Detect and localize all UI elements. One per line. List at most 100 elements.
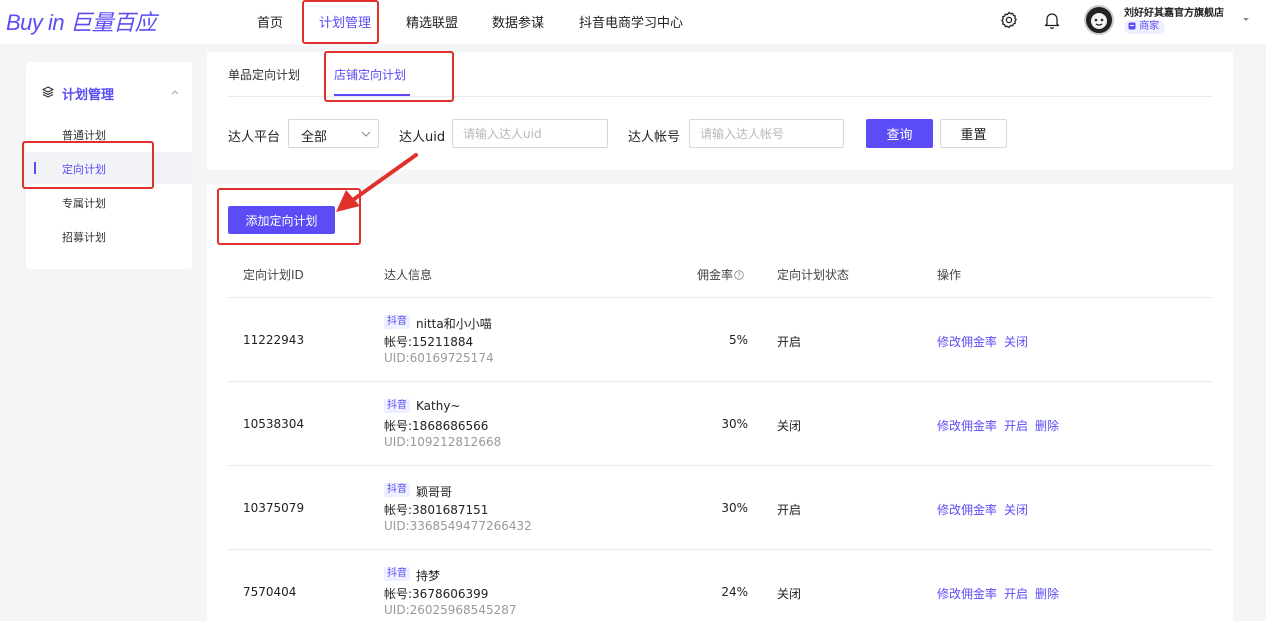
gear-icon[interactable] — [999, 10, 1019, 30]
layers-icon — [42, 86, 54, 98]
platform-select[interactable]: 全部 — [288, 119, 379, 148]
account-input[interactable] — [689, 119, 844, 148]
row-actions: 修改佣金率 关闭 — [937, 501, 1035, 518]
add-targeted-plan-button[interactable]: 添加定向计划 — [228, 206, 335, 234]
influencer-account: 帐号:3801687151 — [384, 503, 489, 517]
platform-filter-label: 达人平台 — [228, 130, 281, 145]
open-plan-link[interactable]: 开启 — [1004, 587, 1028, 601]
nav-item-home[interactable]: 首页 — [257, 12, 283, 31]
plan-id: 11222943 — [243, 333, 305, 347]
tab-single-product-plan[interactable]: 单品定向计划 — [228, 66, 300, 83]
influencer-uid: UID:3368549477266432 — [384, 519, 532, 533]
edit-rate-link[interactable]: 修改佣金率 — [937, 503, 997, 517]
influencer-name: 持梦 — [416, 569, 441, 583]
nav-item-plan-management[interactable]: 计划管理 — [319, 12, 371, 31]
edit-rate-link[interactable]: 修改佣金率 — [937, 419, 997, 433]
top-navigation-bar: Buy in 巨量百应 首页 计划管理 精选联盟 数据参谋 抖音电商学习中心 刘好… — [0, 0, 1266, 44]
column-header-status: 定向计划状态 — [777, 268, 850, 282]
merchant-badge-label: 商家 — [1139, 21, 1160, 32]
plan-id: 10375079 — [243, 501, 305, 515]
sidebar-item-label: 招募计划 — [62, 231, 106, 244]
column-header-info: 达人信息 — [384, 268, 433, 282]
influencer-account: 帐号:15211884 — [384, 335, 474, 349]
store-icon — [1128, 22, 1136, 30]
nav-item-selected-alliance[interactable]: 精选联盟 — [406, 12, 458, 31]
account-filter-label: 达人帐号 — [628, 130, 681, 145]
commission-rate: 24% — [721, 585, 748, 599]
plan-status: 开启 — [777, 503, 802, 517]
influencer-uid: UID:60169725174 — [384, 351, 494, 365]
buyin-logo[interactable]: Buy in 巨量百应 — [6, 5, 157, 37]
platform-tag: 抖音 — [384, 315, 410, 329]
svg-text:?: ? — [737, 272, 741, 280]
influencer-name: 颖哥哥 — [416, 485, 453, 499]
column-header-rate: 佣金率? — [697, 266, 744, 283]
open-plan-link[interactable]: 开启 — [1004, 419, 1028, 433]
sidebar-item-label: 专属计划 — [62, 197, 106, 210]
influencer-uid: UID:109212812668 — [384, 435, 502, 449]
shop-name: 刘好好其嘉官方旗舰店 — [1124, 8, 1224, 19]
avatar-face-icon — [1091, 13, 1107, 29]
delete-plan-link[interactable]: 删除 — [1035, 419, 1059, 433]
table-row: 10375079 抖音 颖哥哥 帐号:3801687151 UID:336854… — [228, 466, 1212, 550]
nav-item-learning-center[interactable]: 抖音电商学习中心 — [579, 12, 683, 31]
sidebar-item-label: 普通计划 — [62, 129, 106, 142]
table-row: 7570404 抖音 持梦 帐号:3678606399 UID:26025968… — [228, 550, 1212, 621]
close-plan-link[interactable]: 关闭 — [1004, 335, 1028, 349]
influencer-account: 帐号:3678606399 — [384, 587, 489, 601]
commission-rate: 30% — [721, 501, 748, 515]
sidebar-item-recruit-plan[interactable]: 招募计划 — [26, 220, 192, 252]
tab-store-plan[interactable]: 店铺定向计划 — [334, 66, 406, 83]
column-header-actions: 操作 — [937, 268, 962, 282]
help-icon[interactable]: ? — [734, 270, 744, 280]
chevron-down-icon — [361, 131, 371, 137]
platform-tag: 抖音 — [384, 399, 410, 413]
column-header-id: 定向计划ID — [243, 268, 304, 282]
uid-filter-label: 达人uid — [399, 130, 446, 145]
logo-buyin-text: Buy in — [6, 10, 65, 35]
merchant-badge: 商家 — [1124, 20, 1166, 34]
influencer-account: 帐号:1868686566 — [384, 419, 489, 433]
plan-status: 开启 — [777, 335, 802, 349]
sidebar-item-label: 定向计划 — [62, 163, 106, 176]
sidebar-item-exclusive-plan[interactable]: 专属计划 — [26, 186, 192, 218]
nav-item-data-advisor[interactable]: 数据参谋 — [492, 12, 544, 31]
active-indicator — [34, 162, 36, 174]
delete-plan-link[interactable]: 删除 — [1035, 587, 1059, 601]
annotation-arrow-icon — [336, 153, 418, 212]
commission-rate: 5% — [728, 333, 748, 347]
query-button[interactable]: 查询 — [866, 119, 933, 148]
row-actions: 修改佣金率 开启 删除 — [937, 585, 1066, 602]
plan-id: 10538304 — [243, 417, 305, 431]
influencer-name: Kathy~ — [416, 399, 461, 413]
reset-button[interactable]: 重置 — [940, 119, 1007, 148]
commission-rate: 30% — [721, 417, 748, 431]
table-row: 11222943 抖音 nitta和小小喵 帐号:15211884 UID:60… — [228, 298, 1212, 382]
edit-rate-link[interactable]: 修改佣金率 — [937, 587, 997, 601]
account-dropdown-icon[interactable] — [1241, 14, 1251, 24]
platform-tag: 抖音 — [384, 483, 410, 497]
avatar[interactable] — [1084, 5, 1114, 35]
sidebar-item-targeted-plan[interactable]: 定向计划 — [26, 152, 192, 184]
platform-select-value: 全部 — [301, 130, 328, 145]
plan-status: 关闭 — [777, 419, 802, 433]
influencer-uid: UID:26025968545287 — [384, 603, 517, 617]
chevron-up-icon[interactable] — [170, 88, 180, 96]
tab-divider — [228, 96, 1212, 97]
logo-brand-text: 巨量百应 — [70, 10, 157, 35]
close-plan-link[interactable]: 关闭 — [1004, 503, 1028, 517]
plan-id: 7570404 — [243, 585, 297, 599]
edit-rate-link[interactable]: 修改佣金率 — [937, 335, 997, 349]
plan-status: 关闭 — [777, 587, 802, 601]
influencer-name: nitta和小小喵 — [416, 317, 492, 331]
table-row: 10538304 抖音 Kathy~ 帐号:1868686566 UID:109… — [228, 382, 1212, 466]
table-panel: 添加定向计划 定向计划ID 达人信息 佣金率? 定向计划状态 操作 112229… — [207, 184, 1233, 621]
row-actions: 修改佣金率 开启 删除 — [937, 417, 1066, 434]
bell-icon[interactable] — [1042, 10, 1062, 30]
sidebar-item-normal-plan[interactable]: 普通计划 — [26, 118, 192, 150]
uid-input[interactable] — [452, 119, 608, 148]
sidebar: 计划管理 普通计划 定向计划 专属计划 招募计划 — [26, 62, 192, 269]
column-header-rate-label: 佣金率 — [697, 268, 734, 282]
row-actions: 修改佣金率 关闭 — [937, 333, 1035, 350]
sidebar-section-title[interactable]: 计划管理 — [62, 84, 114, 103]
